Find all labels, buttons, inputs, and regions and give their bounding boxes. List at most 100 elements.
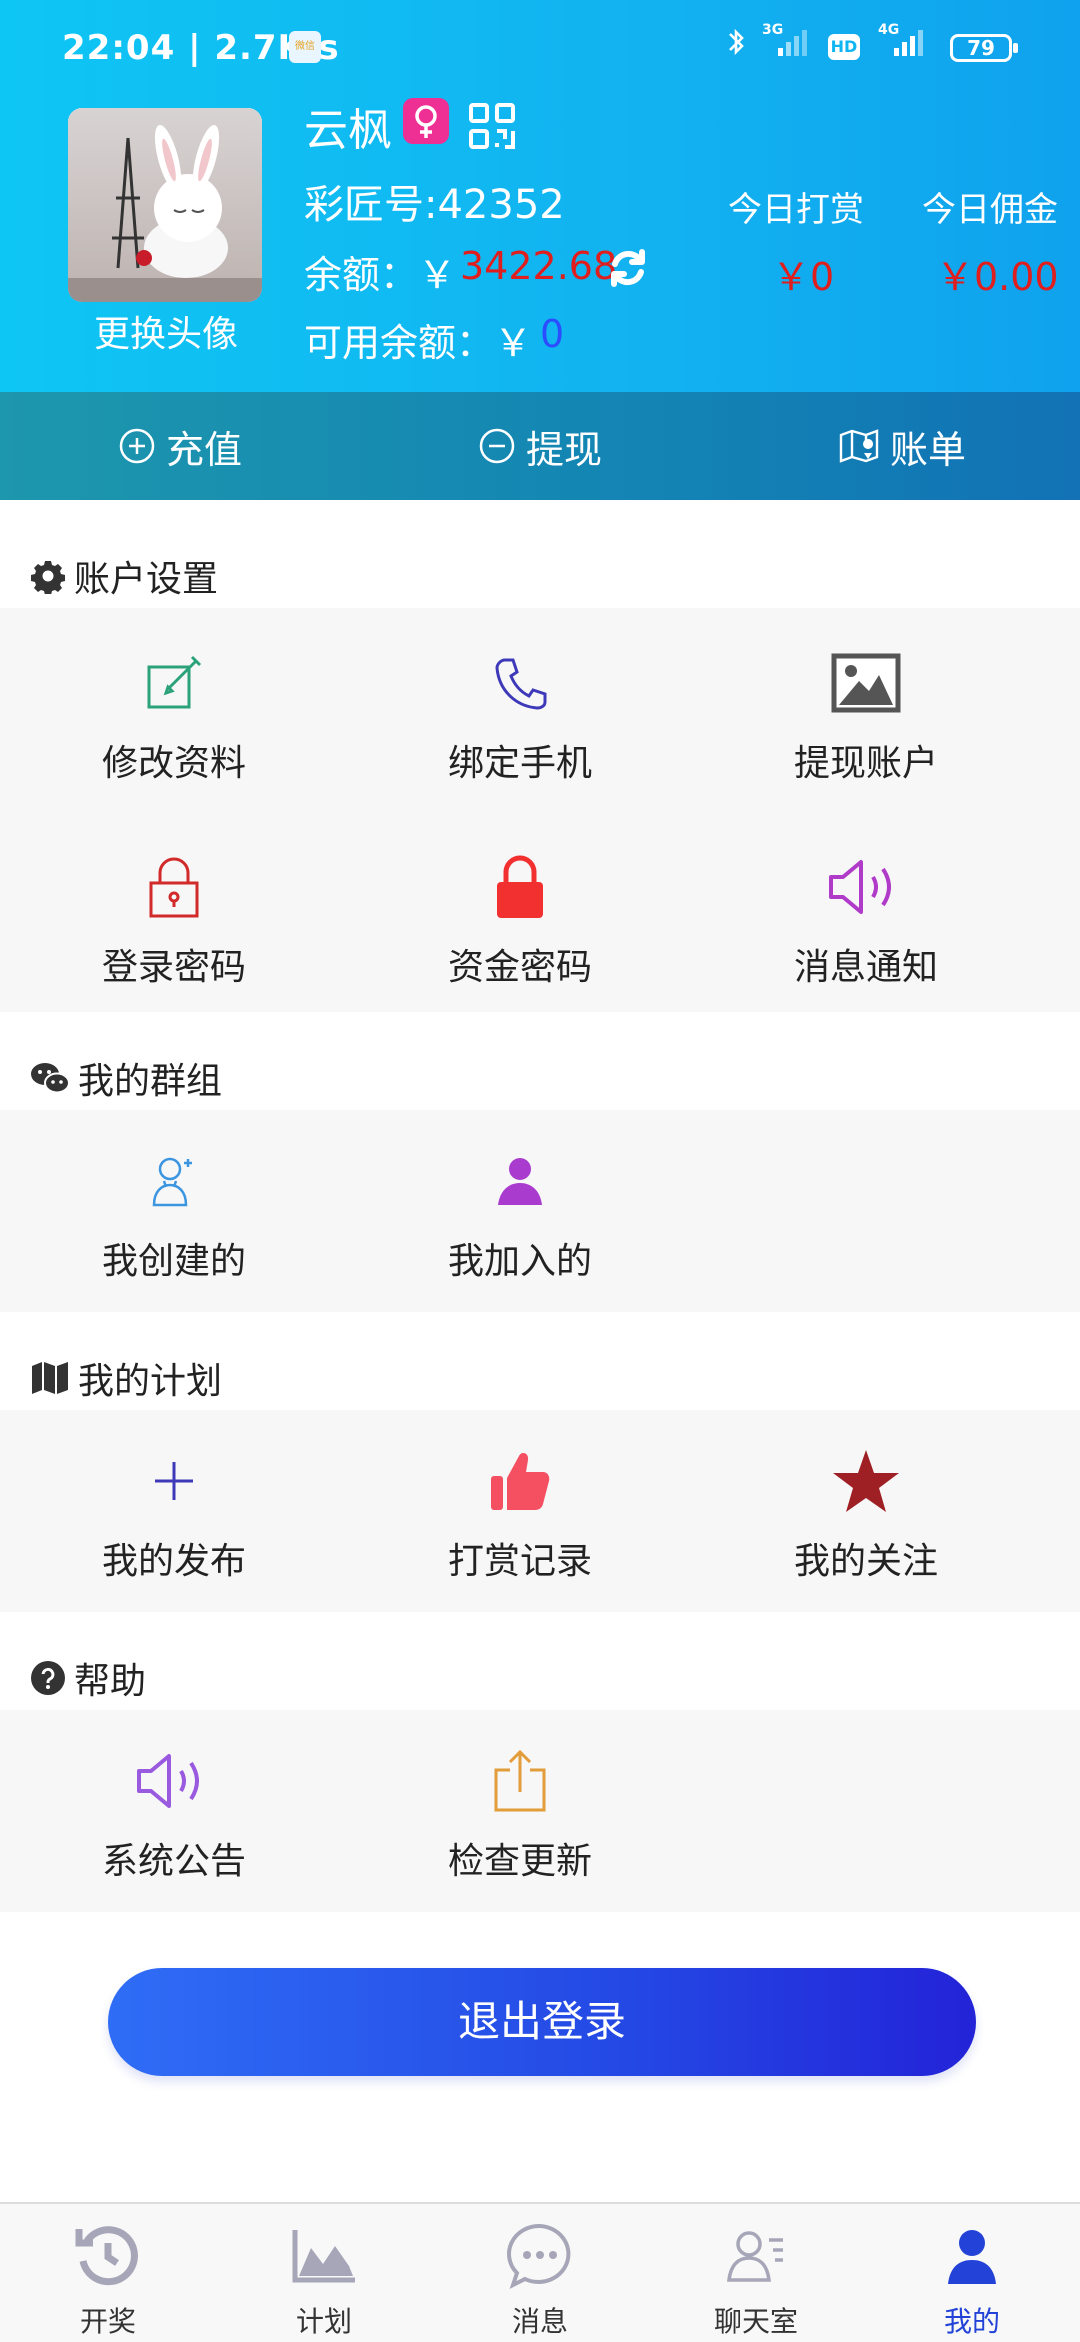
username: 云枫	[304, 105, 392, 156]
thumbs-up-icon	[491, 1452, 550, 1510]
recharge-button[interactable]: 充值	[118, 392, 242, 500]
item-label: 绑定手机	[447, 743, 592, 784]
item-label: 打赏记录	[447, 1541, 592, 1582]
item-label: 我加入的	[447, 1241, 592, 1282]
image-icon	[831, 653, 901, 713]
history-icon	[75, 2226, 138, 2286]
withdraw-account-item[interactable]: 提现账户	[716, 648, 1016, 786]
lock-outline-icon	[149, 857, 199, 918]
nav-draw[interactable]: 开奖	[0, 2204, 216, 2342]
available-balance-value: 0	[540, 312, 565, 356]
wallet-action-bar: 充值 提现 账单	[0, 392, 1080, 500]
map-pin-icon	[839, 429, 879, 463]
item-label: 检查更新	[447, 1841, 592, 1882]
item-label: 我的发布	[101, 1541, 246, 1582]
section-title-plans: 我的计划	[30, 1348, 222, 1408]
check-update-item[interactable]: 检查更新	[370, 1746, 670, 1884]
help-grid: 系统公告 检查更新	[0, 1710, 1080, 1912]
plus-icon	[155, 1462, 193, 1500]
withdraw-label: 提现	[526, 427, 603, 472]
section-title-help: 帮助	[30, 1648, 146, 1708]
minus-circle-icon	[479, 428, 515, 464]
speaker-icon	[829, 860, 891, 914]
bottom-navigation: 开奖 计划 消息 聊天室 我的	[0, 2202, 1080, 2342]
item-label: 登录密码	[101, 947, 246, 988]
groups-grid: 我创建的 我加入的	[0, 1110, 1080, 1312]
nav-chatroom[interactable]: 聊天室	[648, 2204, 864, 2342]
edit-profile-item[interactable]: 修改资料	[24, 648, 324, 786]
gear-icon	[31, 561, 65, 594]
section-title-groups: 我的群组	[30, 1048, 222, 1108]
star-icon	[833, 1450, 899, 1512]
avatar[interactable]	[68, 108, 262, 302]
bind-phone-item[interactable]: 绑定手机	[370, 648, 670, 786]
user-id: 彩匠号:42352	[304, 182, 565, 228]
speaker-icon	[137, 1754, 199, 1808]
section-title-text: 我的群组	[78, 1061, 223, 1102]
bill-button[interactable]: 账单	[838, 392, 966, 500]
nav-label: 计划	[295, 2305, 352, 2338]
phone-icon	[495, 658, 547, 710]
user-icon	[498, 1158, 542, 1205]
system-announcement-item[interactable]: 系统公告	[24, 1746, 324, 1884]
nav-label: 我的	[943, 2305, 1000, 2338]
item-label: 修改资料	[101, 743, 246, 784]
notification-app-icon: 微信	[289, 31, 321, 63]
available-balance-label: 可用余额：￥	[304, 321, 533, 365]
nav-label: 聊天室	[713, 2305, 798, 2338]
nav-plan[interactable]: 计划	[216, 2204, 432, 2342]
user-add-icon	[152, 1157, 192, 1207]
chat-bubble-icon	[507, 2223, 571, 2289]
nav-label: 消息	[511, 2305, 568, 2338]
lock-icon	[497, 855, 543, 918]
account-settings-grid: 修改资料 绑定手机 提现账户 登录密码 资金密码 消息通知	[0, 608, 1080, 1012]
today-commission-value: ￥0.00	[936, 255, 1059, 299]
recharge-label: 充值	[166, 427, 243, 472]
user-icon	[948, 2230, 996, 2284]
today-commission-label: 今日佣金	[922, 190, 1058, 230]
refresh-icon[interactable]	[606, 246, 650, 294]
fund-password-item[interactable]: 资金密码	[370, 852, 670, 990]
withdraw-button[interactable]: 提现	[478, 392, 602, 500]
nav-message[interactable]: 消息	[432, 2204, 648, 2342]
battery-indicator: 79	[950, 34, 1018, 62]
plus-circle-icon	[119, 428, 155, 464]
share-upload-icon	[494, 1749, 546, 1812]
login-password-item[interactable]: 登录密码	[24, 852, 324, 990]
help-icon	[31, 1661, 65, 1695]
status-bar: 22:04 | 2.7K/s 微信 3G HD 4G 79	[0, 0, 1080, 96]
logout-button[interactable]: 退出登录	[108, 1968, 976, 2076]
signal-icon	[888, 26, 934, 67]
section-title-text: 我的计划	[78, 1361, 223, 1402]
wechat-icon	[31, 1063, 70, 1094]
balance-value: 3422.68	[460, 244, 618, 288]
qr-code-icon[interactable]	[468, 102, 516, 154]
profile-header: 22:04 | 2.7K/s 微信 3G HD 4G 79 更换头像 云枫 彩匠…	[0, 0, 1080, 392]
item-label: 消息通知	[793, 947, 938, 988]
nav-mine[interactable]: 我的	[864, 2204, 1080, 2342]
reward-records-item[interactable]: 打赏记录	[370, 1446, 670, 1584]
my-follows-item[interactable]: 我的关注	[716, 1446, 1016, 1584]
my-publish-item[interactable]: 我的发布	[24, 1446, 324, 1584]
nav-label: 开奖	[79, 2305, 136, 2338]
item-label: 提现账户	[793, 743, 938, 784]
item-label: 资金密码	[447, 947, 592, 988]
section-title-account: 账户设置	[30, 546, 218, 606]
joined-groups-item[interactable]: 我加入的	[370, 1146, 670, 1284]
item-label: 系统公告	[101, 1841, 246, 1882]
female-gender-icon	[403, 98, 449, 144]
map-icon	[32, 1362, 68, 1394]
change-avatar-link[interactable]: 更换头像	[70, 305, 262, 357]
signal-icon	[772, 26, 816, 67]
bluetooth-icon	[726, 26, 748, 65]
edit-icon	[147, 655, 202, 709]
today-reward-value: ￥0	[772, 255, 835, 299]
plans-grid: 我的发布 打赏记录 我的关注	[0, 1410, 1080, 1612]
item-label: 我的关注	[793, 1541, 938, 1582]
message-notification-item[interactable]: 消息通知	[716, 852, 1016, 990]
created-groups-item[interactable]: 我创建的	[24, 1146, 324, 1284]
contacts-icon	[727, 2231, 783, 2282]
hd-badge: HD	[828, 34, 860, 60]
section-title-text: 帮助	[74, 1661, 147, 1702]
today-reward-label: 今日打赏	[728, 190, 864, 230]
